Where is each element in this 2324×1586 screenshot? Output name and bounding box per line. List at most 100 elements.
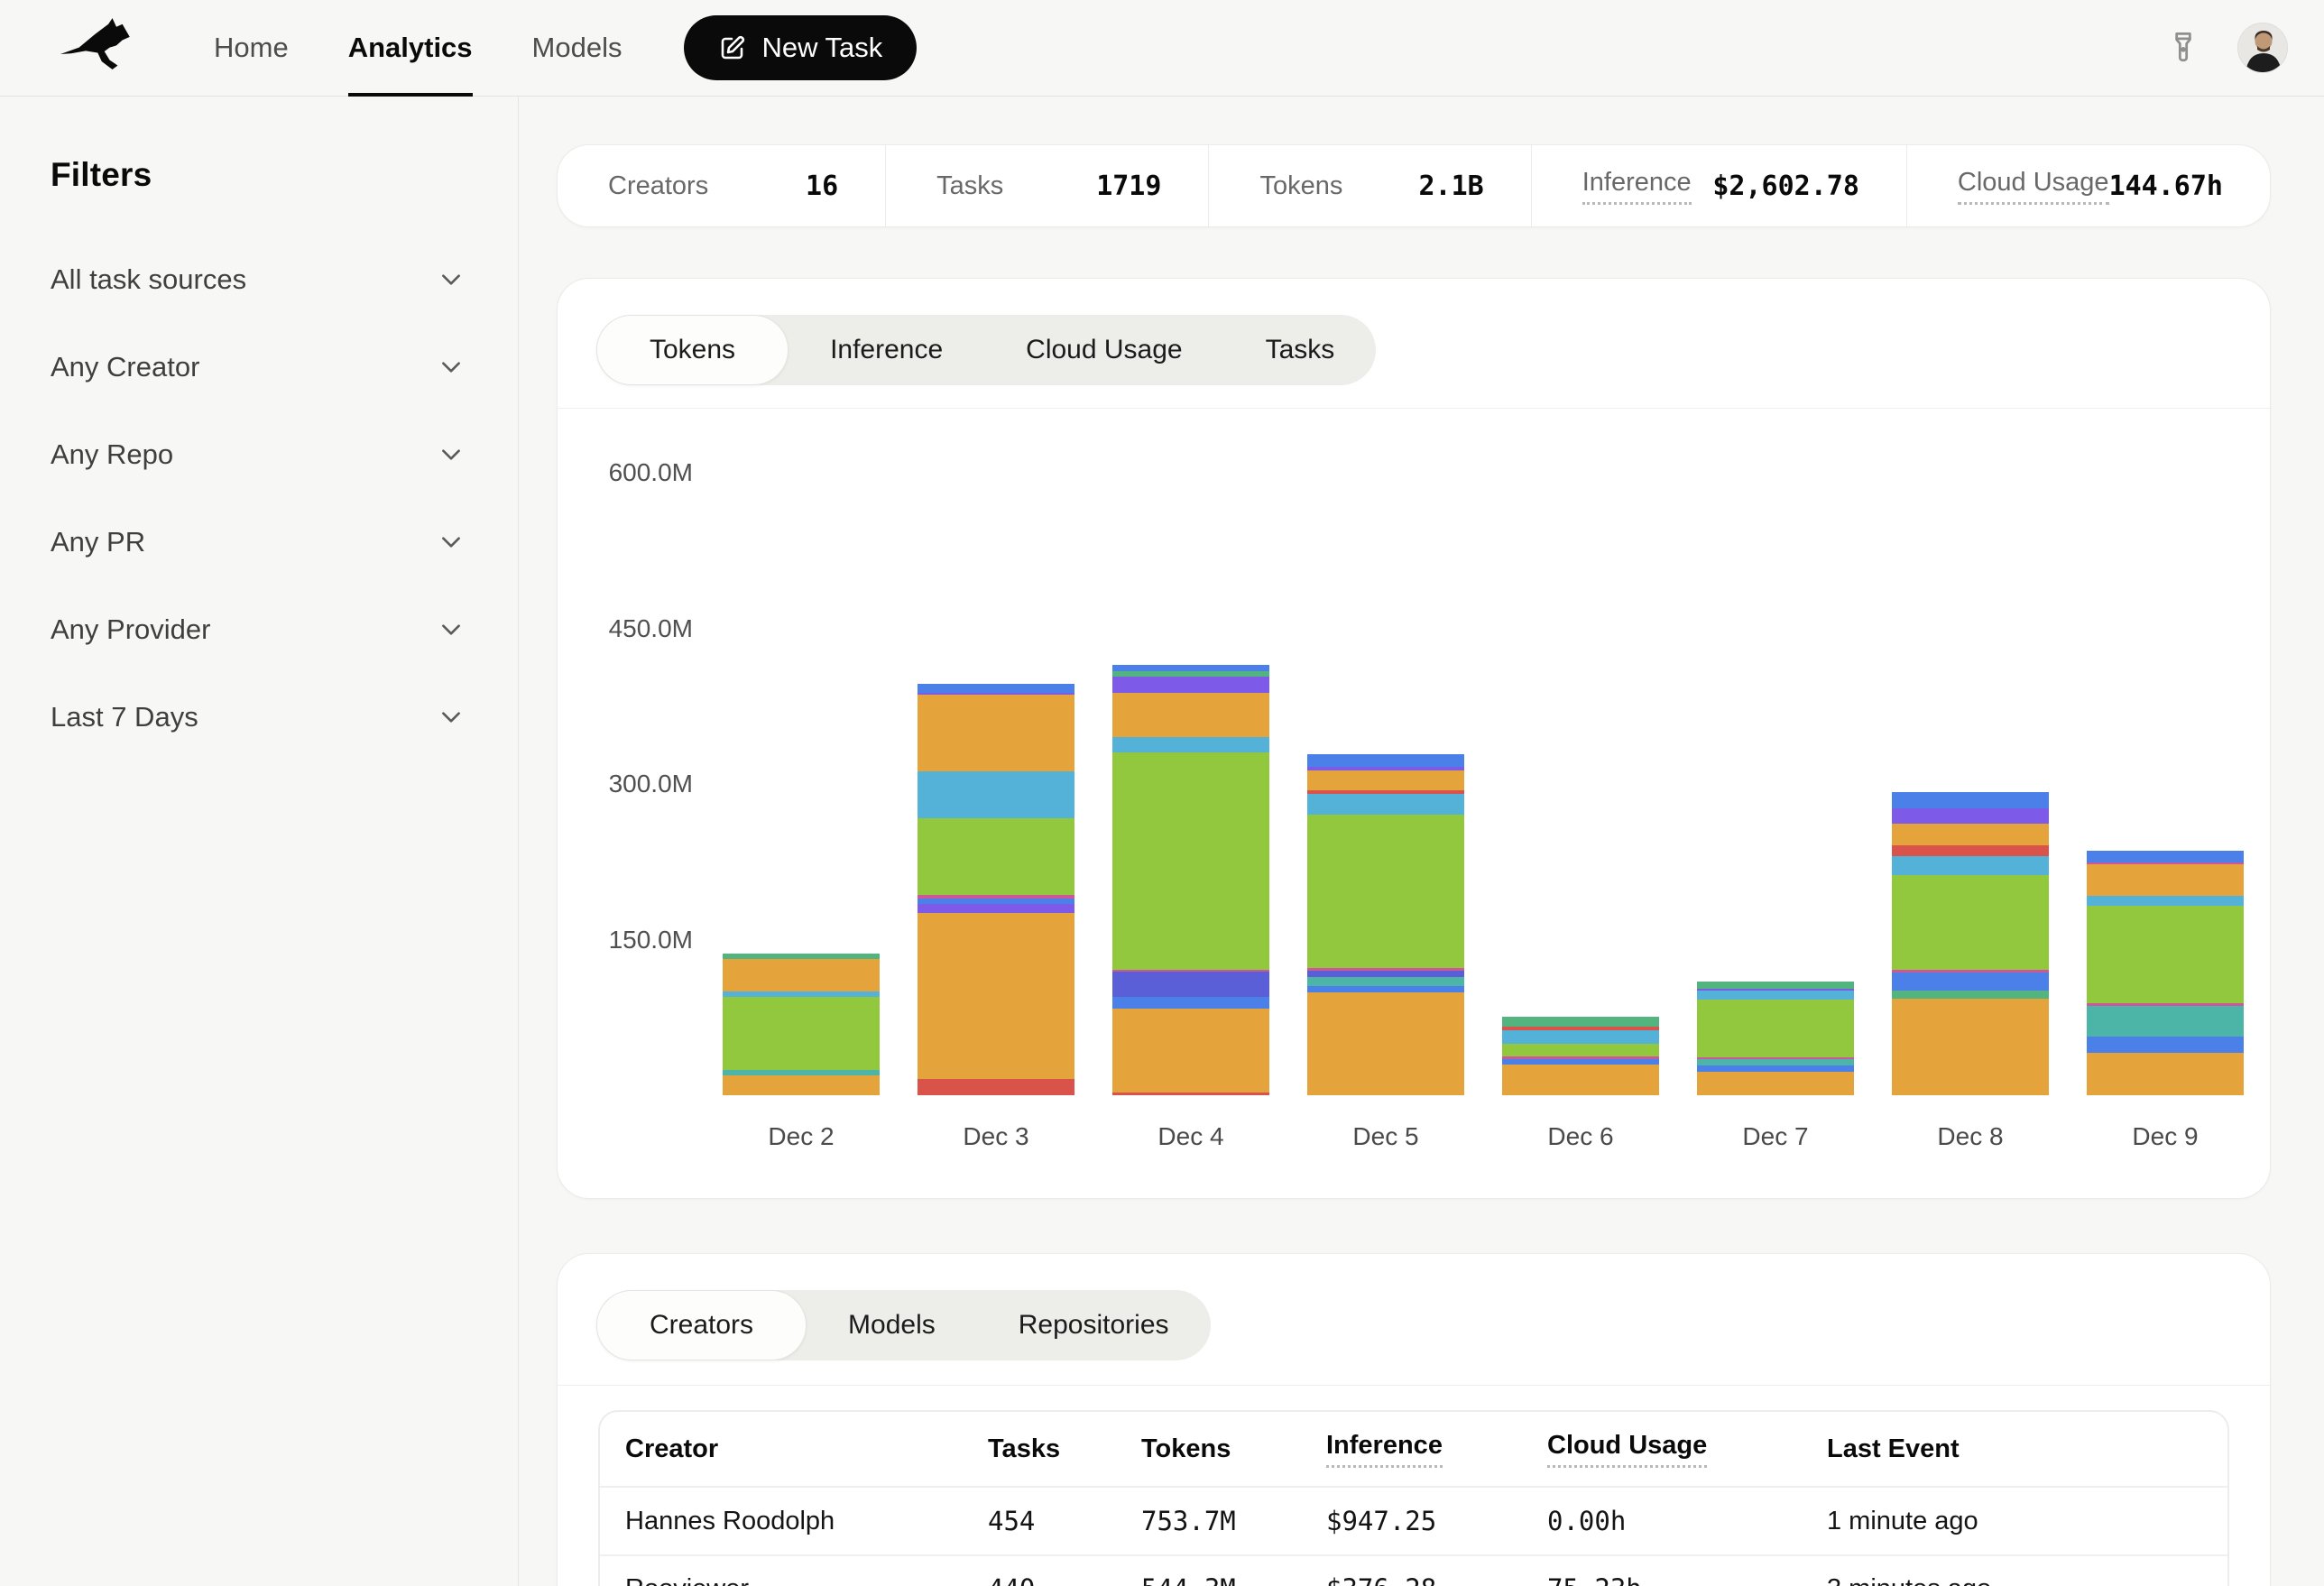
cell-cloud-usage: 0.00h xyxy=(1547,1506,1827,1536)
bar-segment-skyblue xyxy=(918,771,1074,818)
bar-segment-indigo xyxy=(1307,971,1464,977)
bar-segment-green xyxy=(2087,906,2244,1003)
bar-segment-skyblue xyxy=(1112,737,1269,752)
filter-pr[interactable]: Any PR xyxy=(51,498,464,586)
tab-tasks[interactable]: Tasks xyxy=(1224,315,1377,385)
stat-label[interactable]: Cloud Usage xyxy=(1958,168,2109,205)
cell-tokens: 544.3M xyxy=(1141,1573,1326,1586)
bar-segment-purple xyxy=(1112,677,1269,693)
x-tick-label: Dec 5 xyxy=(1307,1122,1464,1151)
bar-column: Dec 5 xyxy=(1307,428,1464,1095)
tab-tokens[interactable]: Tokens xyxy=(596,315,788,385)
bar-segment-royalblue xyxy=(918,684,1074,693)
x-tick-label: Dec 6 xyxy=(1502,1122,1659,1151)
bar-segment-red xyxy=(918,1079,1074,1095)
stat-tasks: Tasks 1719 xyxy=(885,145,1208,226)
filter-provider[interactable]: Any Provider xyxy=(51,586,464,673)
stacked-bar-dec-8[interactable] xyxy=(1892,792,2049,1095)
stat-label: Creators xyxy=(608,171,708,201)
col-inference[interactable]: Inference xyxy=(1326,1431,1547,1468)
bar-column: Dec 2 xyxy=(723,428,880,1095)
filters-sidebar: Filters All task sources Any Creator Any… xyxy=(0,97,519,1586)
kangaroo-logo[interactable] xyxy=(58,14,144,81)
chart-panel: Tokens Inference Cloud Usage Tasks 150.0… xyxy=(557,278,2271,1199)
flashlight-icon[interactable] xyxy=(2163,28,2203,68)
bar-segment-green xyxy=(1892,875,2049,970)
bar-segment-orange xyxy=(1892,999,2049,1095)
header-actions xyxy=(2163,23,2288,73)
stacked-bar-dec-3[interactable] xyxy=(918,684,1074,1095)
bar-segment-orange xyxy=(2087,1053,2244,1095)
filter-creator[interactable]: Any Creator xyxy=(51,323,464,410)
cell-creator: Hannes Roodolph xyxy=(625,1507,988,1536)
bar-segment-orange xyxy=(2087,864,2244,897)
nav-home[interactable]: Home xyxy=(184,0,318,96)
filter-label: Last 7 Days xyxy=(51,701,198,733)
user-avatar[interactable] xyxy=(2237,23,2288,73)
filter-label: Any Repo xyxy=(51,438,173,471)
stacked-bar-dec-4[interactable] xyxy=(1112,665,1269,1095)
y-tick-label: 450.0M xyxy=(597,614,693,643)
stat-cloud-usage: Cloud Usage 144.67h xyxy=(1906,145,2270,226)
table-row[interactable]: Hannes Roodolph 454 753.7M $947.25 0.00h… xyxy=(600,1488,2227,1554)
tab-inference[interactable]: Inference xyxy=(788,315,984,385)
stacked-bar-dec-2[interactable] xyxy=(723,954,880,1095)
col-creator: Creator xyxy=(625,1434,988,1464)
tab-models[interactable]: Models xyxy=(807,1290,977,1360)
bar-column: Dec 6 xyxy=(1502,428,1659,1095)
filter-task-sources[interactable]: All task sources xyxy=(51,235,464,323)
x-tick-label: Dec 4 xyxy=(1112,1122,1269,1151)
stacked-bar-dec-6[interactable] xyxy=(1502,1017,1659,1095)
col-cloud-usage[interactable]: Cloud Usage xyxy=(1547,1431,1827,1468)
chevron-down-icon xyxy=(438,355,464,380)
bar-segment-orange xyxy=(1307,770,1464,790)
bar-segment-purple xyxy=(918,904,1074,912)
creators-table: Creator Tasks Tokens Inference Cloud Usa… xyxy=(598,1410,2229,1586)
bar-segment-royalblue xyxy=(2087,1037,2244,1053)
tab-cloud-usage[interactable]: Cloud Usage xyxy=(984,315,1223,385)
stacked-bar-dec-5[interactable] xyxy=(1307,754,1464,1095)
bar-segment-seagreen xyxy=(1697,982,1854,989)
stat-label[interactable]: Inference xyxy=(1582,168,1692,205)
chevron-down-icon xyxy=(438,705,464,730)
bar-segment-red xyxy=(1112,1093,1269,1095)
table-row[interactable]: Rooviewer 440 544.3M $376.28 75.23h 3 mi… xyxy=(600,1554,2227,1586)
bar-segment-seagreen xyxy=(1502,1017,1659,1028)
bar-segment-skyblue xyxy=(1892,856,2049,876)
tab-creators[interactable]: Creators xyxy=(596,1290,807,1360)
x-tick-label: Dec 8 xyxy=(1892,1122,2049,1151)
bar-segment-royalblue xyxy=(1892,792,2049,807)
filter-label: Any PR xyxy=(51,526,145,558)
cell-last-event: 3 minutes ago xyxy=(1827,1574,2202,1586)
bar-segment-red xyxy=(1892,845,2049,856)
stats-bar: Creators 16 Tasks 1719 Tokens 2.1B Infer… xyxy=(557,144,2271,227)
new-task-button[interactable]: New Task xyxy=(684,15,917,80)
chevron-down-icon xyxy=(438,530,464,555)
chevron-down-icon xyxy=(438,617,464,642)
filter-date-range[interactable]: Last 7 Days xyxy=(51,673,464,761)
breakdown-panel: Creators Models Repositories Creator Tas… xyxy=(557,1253,2271,1586)
bar-segment-orange xyxy=(723,1075,880,1095)
nav-analytics[interactable]: Analytics xyxy=(318,0,503,96)
bar-segment-green xyxy=(1502,1044,1659,1057)
cell-inference: $947.25 xyxy=(1326,1506,1547,1536)
stat-value: 144.67h xyxy=(2109,171,2223,202)
stat-value: 1719 xyxy=(1096,171,1161,202)
tab-repositories[interactable]: Repositories xyxy=(977,1290,1211,1360)
y-tick-label: 150.0M xyxy=(597,926,693,954)
stacked-bar-dec-7[interactable] xyxy=(1697,982,1854,1095)
bar-segment-royalblue xyxy=(1307,986,1464,992)
bar-segment-royalblue xyxy=(1307,754,1464,767)
cell-tasks: 454 xyxy=(988,1506,1141,1536)
bar-segment-royalblue xyxy=(1112,997,1269,1009)
bar-segment-orange xyxy=(1112,1009,1269,1093)
filter-label: All task sources xyxy=(51,263,246,296)
bar-segment-orange xyxy=(1892,824,2049,845)
new-task-label: New Task xyxy=(761,32,882,64)
bar-column: Dec 7 xyxy=(1697,428,1854,1095)
filter-repo[interactable]: Any Repo xyxy=(51,410,464,498)
bar-segment-orange xyxy=(1307,992,1464,1095)
x-tick-label: Dec 9 xyxy=(2087,1122,2244,1151)
stacked-bar-dec-9[interactable] xyxy=(2087,851,2244,1095)
nav-models[interactable]: Models xyxy=(503,0,652,96)
